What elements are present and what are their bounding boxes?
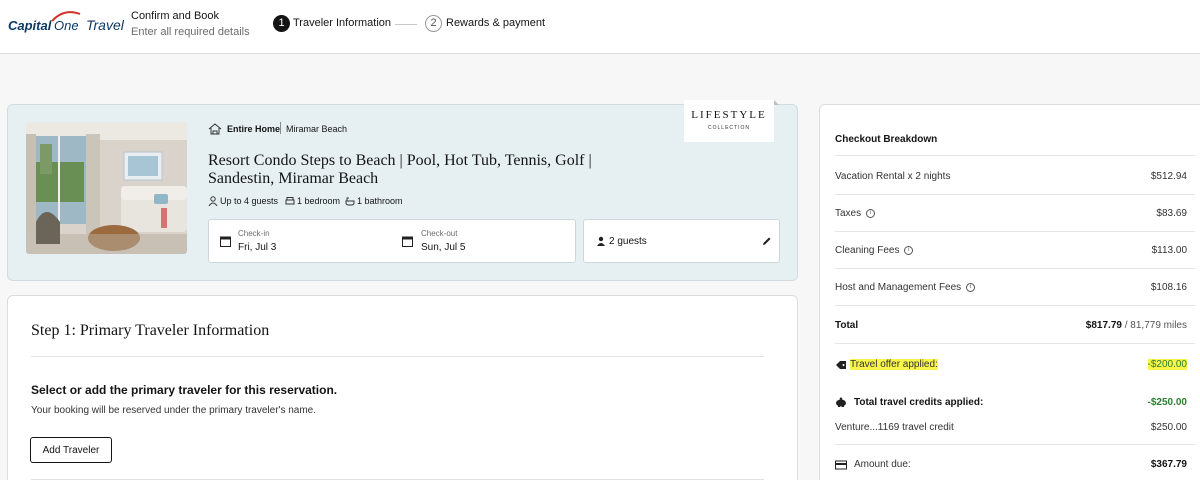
bath-icon <box>345 197 355 206</box>
credit-source-label: Venture...1169 travel credit <box>835 422 954 433</box>
taxes-row: Taxes i <box>835 208 875 219</box>
page-title: Confirm and Book <box>131 10 220 22</box>
person-icon <box>597 236 605 246</box>
info-icon[interactable]: i <box>865 208 875 218</box>
offer-label-wrap: Travel offer applied: <box>850 359 938 370</box>
travel-offer-amount: -$200.00 <box>1147 359 1187 370</box>
amenity-bedroom: 1 bedroom <box>297 196 341 206</box>
offer-amount-wrap: -$200.00 <box>1147 359 1187 370</box>
amenity-bathroom: 1 bathroom <box>357 196 403 206</box>
divider <box>31 356 764 357</box>
step-1-label[interactable]: Traveler Information <box>293 17 391 29</box>
taxes-amount: $83.69 <box>1156 208 1187 219</box>
cleaning-fees-amount: $113.00 <box>1151 245 1187 256</box>
piggy-bank-icon <box>836 397 846 407</box>
badge-subtitle: COLLECTION <box>708 125 750 131</box>
credits-label: Total travel credits applied: <box>854 397 984 408</box>
bed-icon <box>285 197 295 205</box>
badge-title: LIFESTYLE <box>691 109 767 121</box>
divider <box>835 305 1195 306</box>
lifestyle-collection-badge: LIFESTYLE COLLECTION <box>684 100 774 142</box>
amount-due: $367.79 <box>1150 459 1187 470</box>
amenity-guests: Up to 4 guests <box>220 196 279 206</box>
checkout-date[interactable]: Sun, Jul 5 <box>421 242 465 253</box>
calendar-icon <box>402 236 413 247</box>
checkin-date[interactable]: Fri, Jul 3 <box>238 242 276 253</box>
traveler-prompt: Select or add the primary traveler for t… <box>31 383 338 397</box>
property-location: Miramar Beach <box>286 124 348 134</box>
divider <box>835 268 1195 269</box>
guests-icon <box>208 196 218 206</box>
logo-one-text: One <box>54 18 79 33</box>
edit-pencil-icon[interactable] <box>762 236 772 246</box>
traveler-info-section: Step 1: Primary Traveler Information Sel… <box>7 295 798 480</box>
divider <box>835 231 1195 232</box>
checkout-title: Checkout Breakdown <box>835 134 938 145</box>
cleaning-fees-row: Cleaning Fees i <box>835 245 914 256</box>
divider <box>835 444 1195 445</box>
traveler-note: Your booking will be reserved under the … <box>31 405 317 416</box>
dates-selector[interactable]: Check-in Fri, Jul 3 Check-out Sun, Jul 5 <box>208 219 576 263</box>
cleaning-fees-label: Cleaning Fees <box>835 245 900 256</box>
total-amount: $817.79 <box>1085 320 1122 331</box>
amount-due-label: Amount due: <box>854 459 911 470</box>
logo-capital-text: Capital <box>8 18 52 33</box>
info-icon[interactable]: i <box>904 245 914 255</box>
total-miles: / 81,779 miles <box>1124 320 1187 331</box>
vacation-rental-label: Vacation Rental x 2 nights <box>835 171 951 182</box>
total-amount-row: $817.79 / 81,779 miles <box>1086 320 1187 331</box>
taxes-label: Taxes <box>835 208 862 219</box>
home-icon <box>208 123 222 135</box>
tag-icon <box>836 361 846 369</box>
divider <box>280 122 281 134</box>
credit-source-amount: $250.00 <box>1150 422 1187 433</box>
host-fees-row: Host and Management Fees i <box>835 282 975 293</box>
property-photo <box>26 122 187 254</box>
checkin-label: Check-in <box>238 229 270 238</box>
property-title: Resort Condo Steps to Beach | Pool, Hot … <box>208 152 592 187</box>
checkout-label: Check-out <box>421 229 458 238</box>
add-traveler-button[interactable]: Add Traveler <box>30 437 112 463</box>
calendar-icon <box>220 236 231 247</box>
step-heading: Step 1: Primary Traveler Information <box>31 322 270 339</box>
step-connector <box>395 24 417 25</box>
living-room-image <box>26 122 187 254</box>
host-fees-label: Host and Management Fees <box>835 282 962 293</box>
step-2-label[interactable]: Rewards & payment <box>446 17 545 29</box>
travel-offer-label: Travel offer applied: <box>850 359 938 370</box>
total-label: Total <box>835 320 859 331</box>
logo-travel-text: Travel <box>86 17 124 33</box>
property-summary-card: Entire Home Miramar Beach Resort Condo S… <box>7 104 798 281</box>
divider <box>835 155 1195 156</box>
checkout-breakdown-panel: Checkout Breakdown Vacation Rental x 2 n… <box>819 104 1200 480</box>
top-bar: Capital One Travel Confirm and Book Ente… <box>0 0 1200 54</box>
step-1-indicator: 1 <box>273 15 290 32</box>
card-icon <box>835 460 847 470</box>
property-type: Entire Home <box>227 124 281 134</box>
vacation-rental-amount: $512.94 <box>1150 171 1187 182</box>
divider <box>835 343 1195 344</box>
step-2-indicator: 2 <box>425 15 442 32</box>
guests-selector[interactable]: 2 guests <box>583 219 780 263</box>
credits-amount: -$250.00 <box>1147 397 1187 408</box>
badge-fold <box>774 100 779 105</box>
host-fees-amount: $108.16 <box>1150 282 1187 293</box>
guests-count: 2 guests <box>609 236 647 247</box>
divider <box>835 194 1195 195</box>
info-icon[interactable]: i <box>965 282 975 292</box>
page-subtitle: Enter all required details <box>131 26 250 38</box>
